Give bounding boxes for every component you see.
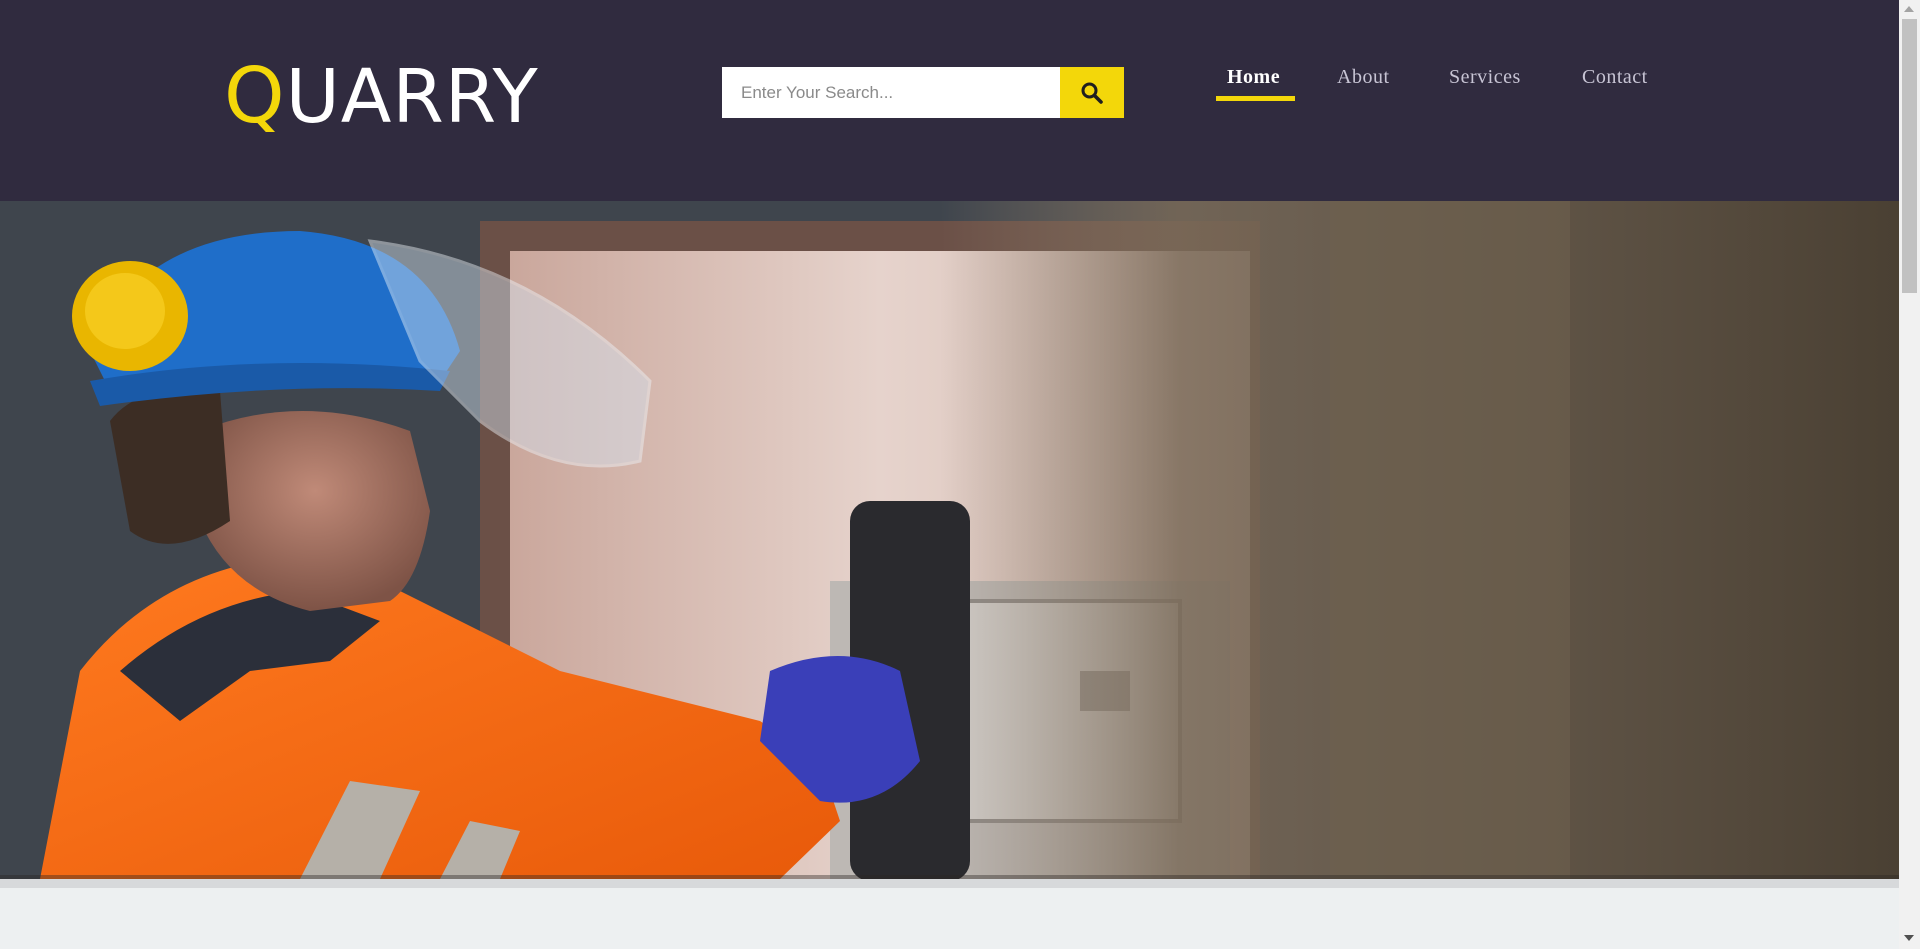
scrollbar-thumb[interactable] xyxy=(1902,19,1917,293)
nav-item-contact[interactable]: Contact xyxy=(1582,66,1648,89)
scroll-down-arrow-icon[interactable] xyxy=(1904,935,1914,941)
scroll-up-arrow-icon[interactable] xyxy=(1904,6,1914,12)
page: QUARRY Home About Services Contact xyxy=(0,0,1899,949)
hero-image xyxy=(0,201,1899,879)
search-button[interactable] xyxy=(1060,67,1124,118)
site-header: QUARRY Home About Services Contact xyxy=(0,0,1899,201)
hero-bottom-border xyxy=(0,879,1899,888)
logo-rest: UARRY xyxy=(285,54,539,140)
search-form xyxy=(722,67,1124,118)
nav-item-about[interactable]: About xyxy=(1337,66,1390,89)
content-section xyxy=(0,888,1899,949)
vertical-scrollbar[interactable] xyxy=(1899,0,1920,949)
nav-active-indicator xyxy=(1216,96,1295,101)
nav-item-services[interactable]: Services xyxy=(1449,66,1521,89)
search-icon xyxy=(1081,82,1103,104)
logo-first-letter: Q xyxy=(224,52,286,141)
hero-banner xyxy=(0,201,1899,879)
search-input[interactable] xyxy=(722,67,1060,118)
site-logo[interactable]: QUARRY xyxy=(224,52,539,142)
nav-item-home[interactable]: Home xyxy=(1227,66,1280,89)
